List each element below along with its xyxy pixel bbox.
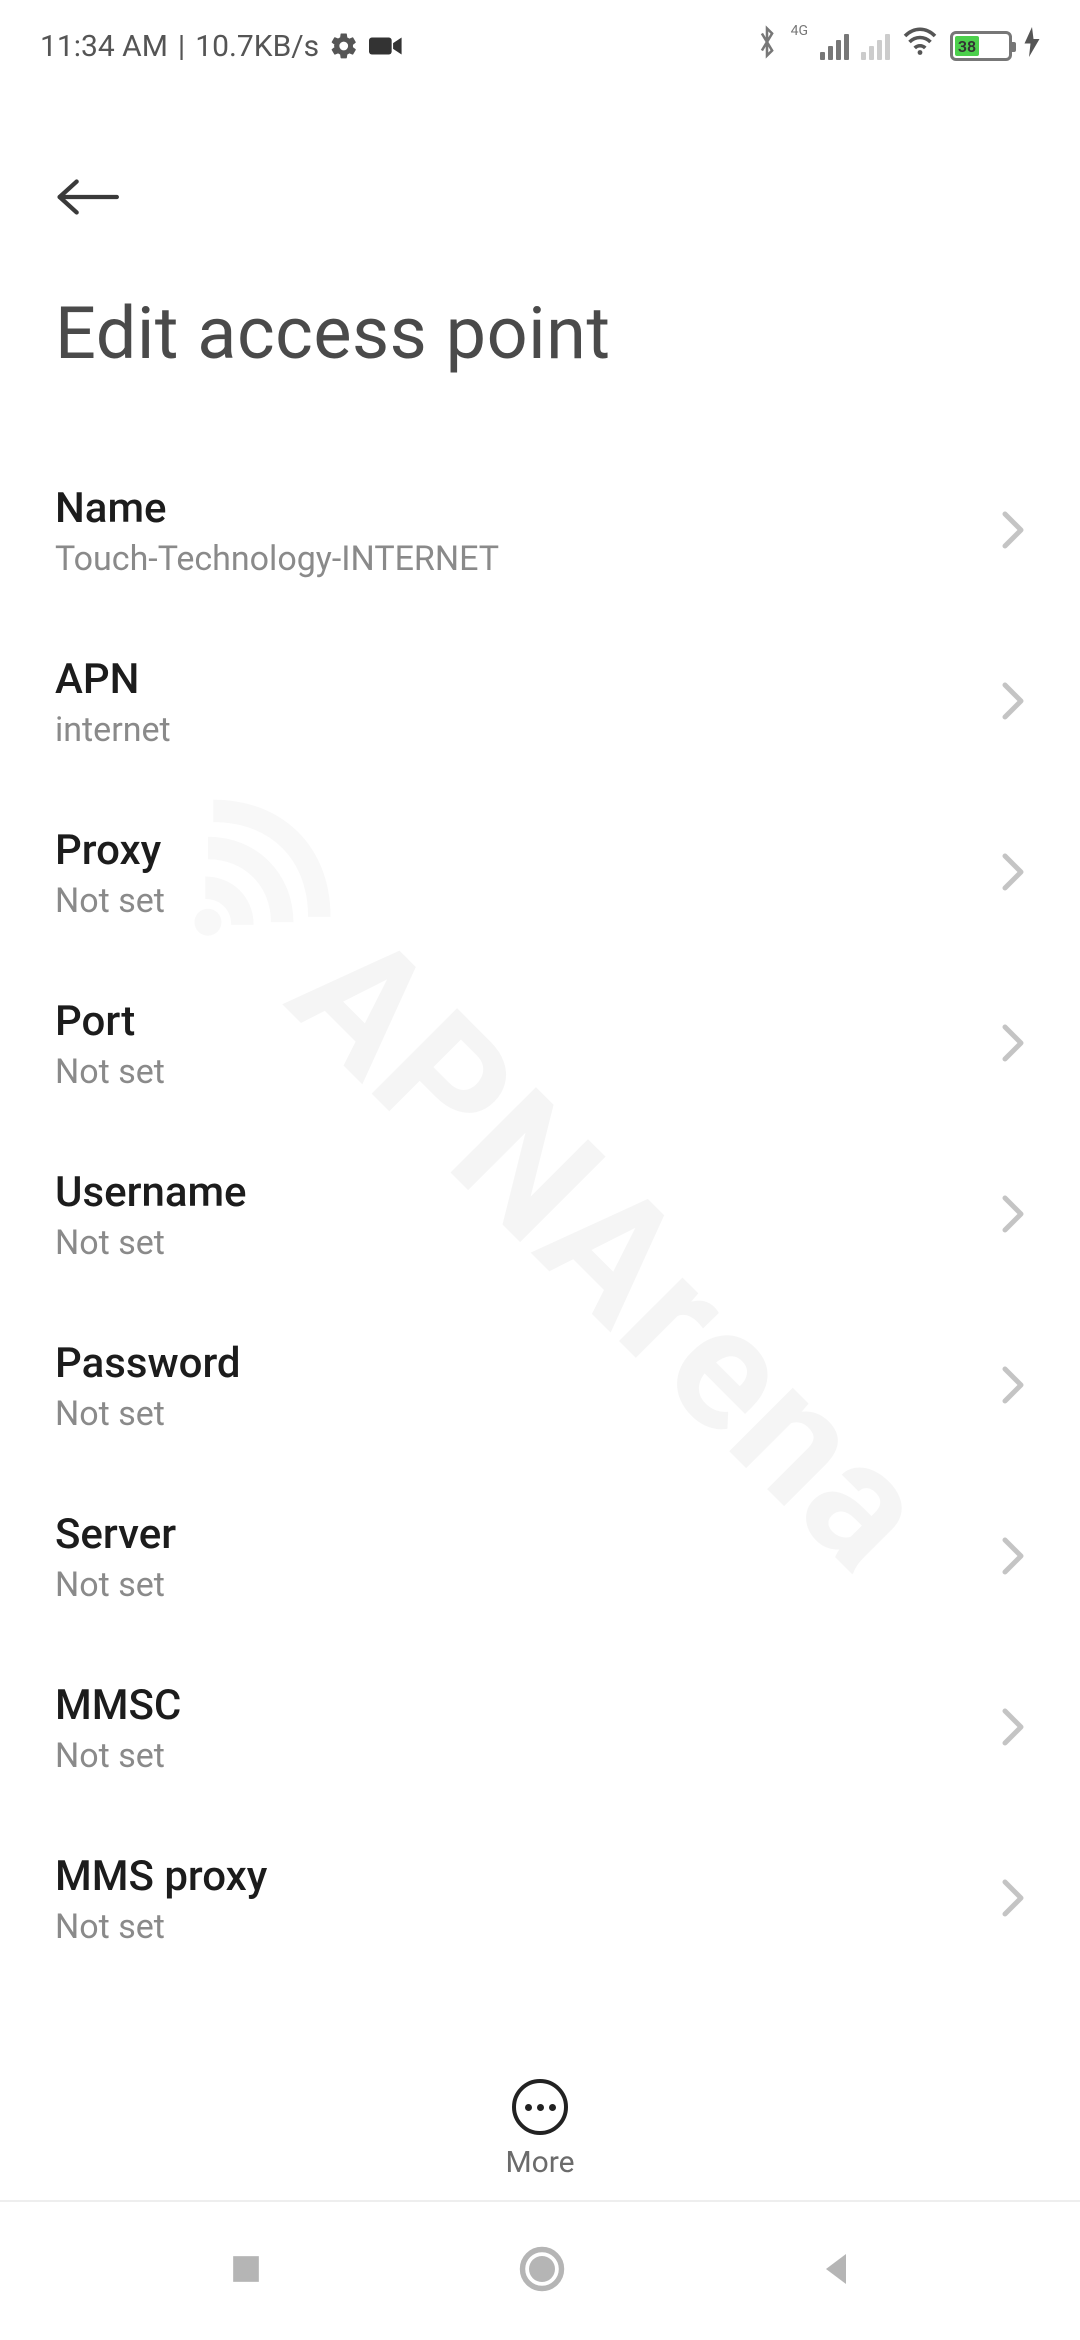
setting-label: MMSC xyxy=(55,1681,1001,1730)
settings-list: Name Touch-Technology-INTERNET APN inter… xyxy=(0,416,1080,1985)
network-type-label: 4G xyxy=(791,23,808,39)
setting-label: MMS proxy xyxy=(55,1852,1001,1901)
setting-item-server[interactable]: Server Not set xyxy=(0,1472,1080,1643)
battery-icon: 38 xyxy=(950,31,1012,61)
navigation-bar xyxy=(0,2200,1080,2340)
setting-item-username[interactable]: Username Not set xyxy=(0,1130,1080,1301)
page-title: Edit access point xyxy=(0,221,1080,416)
signal-sim1-icon xyxy=(820,32,849,60)
more-button[interactable]: More xyxy=(0,2059,1080,2180)
charging-icon xyxy=(1024,27,1040,65)
setting-label: Username xyxy=(55,1168,1001,1217)
setting-label: Password xyxy=(55,1339,1001,1388)
setting-value: Not set xyxy=(55,1223,1001,1263)
nav-home-button[interactable] xyxy=(516,2243,568,2299)
setting-value: Not set xyxy=(55,881,1001,921)
setting-item-mms-proxy[interactable]: MMS proxy Not set xyxy=(0,1814,1080,1985)
setting-item-mmsc[interactable]: MMSC Not set xyxy=(0,1643,1080,1814)
nav-recent-button[interactable] xyxy=(224,2247,268,2295)
setting-item-port[interactable]: Port Not set xyxy=(0,959,1080,1130)
chevron-right-icon xyxy=(1001,1707,1025,1751)
chevron-right-icon xyxy=(1001,1365,1025,1409)
setting-value: Not set xyxy=(55,1907,1001,1947)
arrow-left-icon xyxy=(55,177,123,217)
setting-label: APN xyxy=(55,655,1001,704)
chevron-right-icon xyxy=(1001,1536,1025,1580)
setting-value: Not set xyxy=(55,1052,1001,1092)
setting-label: Name xyxy=(55,484,1001,533)
setting-value: Not set xyxy=(55,1394,1001,1434)
status-separator: | xyxy=(178,29,185,64)
setting-value: Not set xyxy=(55,1736,1001,1776)
chevron-right-icon xyxy=(1001,1023,1025,1067)
status-bar: 11:34 AM | 10.7KB/s 4G 38 xyxy=(0,0,1080,87)
camera-icon xyxy=(369,34,403,58)
gear-icon xyxy=(329,31,359,61)
status-right: 4G 38 xyxy=(755,25,1040,67)
chevron-right-icon xyxy=(1001,852,1025,896)
bluetooth-icon xyxy=(755,25,779,67)
setting-item-apn[interactable]: APN internet xyxy=(0,617,1080,788)
back-button[interactable] xyxy=(0,87,1080,221)
more-icon xyxy=(512,2079,568,2135)
chevron-right-icon xyxy=(1001,1194,1025,1238)
chevron-right-icon xyxy=(1001,1878,1025,1922)
setting-item-proxy[interactable]: Proxy Not set xyxy=(0,788,1080,959)
setting-label: Port xyxy=(55,997,1001,1046)
chevron-right-icon xyxy=(1001,681,1025,725)
status-left: 11:34 AM | 10.7KB/s xyxy=(40,29,403,64)
more-label: More xyxy=(505,2145,574,2180)
chevron-right-icon xyxy=(1001,510,1025,554)
status-time: 11:34 AM xyxy=(40,29,168,64)
setting-value: Touch-Technology-INTERNET xyxy=(55,539,1001,579)
setting-value: Not set xyxy=(55,1565,1001,1605)
setting-label: Proxy xyxy=(55,826,1001,875)
status-speed: 10.7KB/s xyxy=(195,29,319,64)
setting-value: internet xyxy=(55,710,1001,750)
nav-back-button[interactable] xyxy=(816,2247,856,2295)
setting-item-password[interactable]: Password Not set xyxy=(0,1301,1080,1472)
battery-percent: 38 xyxy=(955,36,979,56)
setting-item-name[interactable]: Name Touch-Technology-INTERNET xyxy=(0,446,1080,617)
signal-sim2-icon xyxy=(861,32,890,60)
setting-label: Server xyxy=(55,1510,1001,1559)
wifi-icon xyxy=(902,27,938,65)
